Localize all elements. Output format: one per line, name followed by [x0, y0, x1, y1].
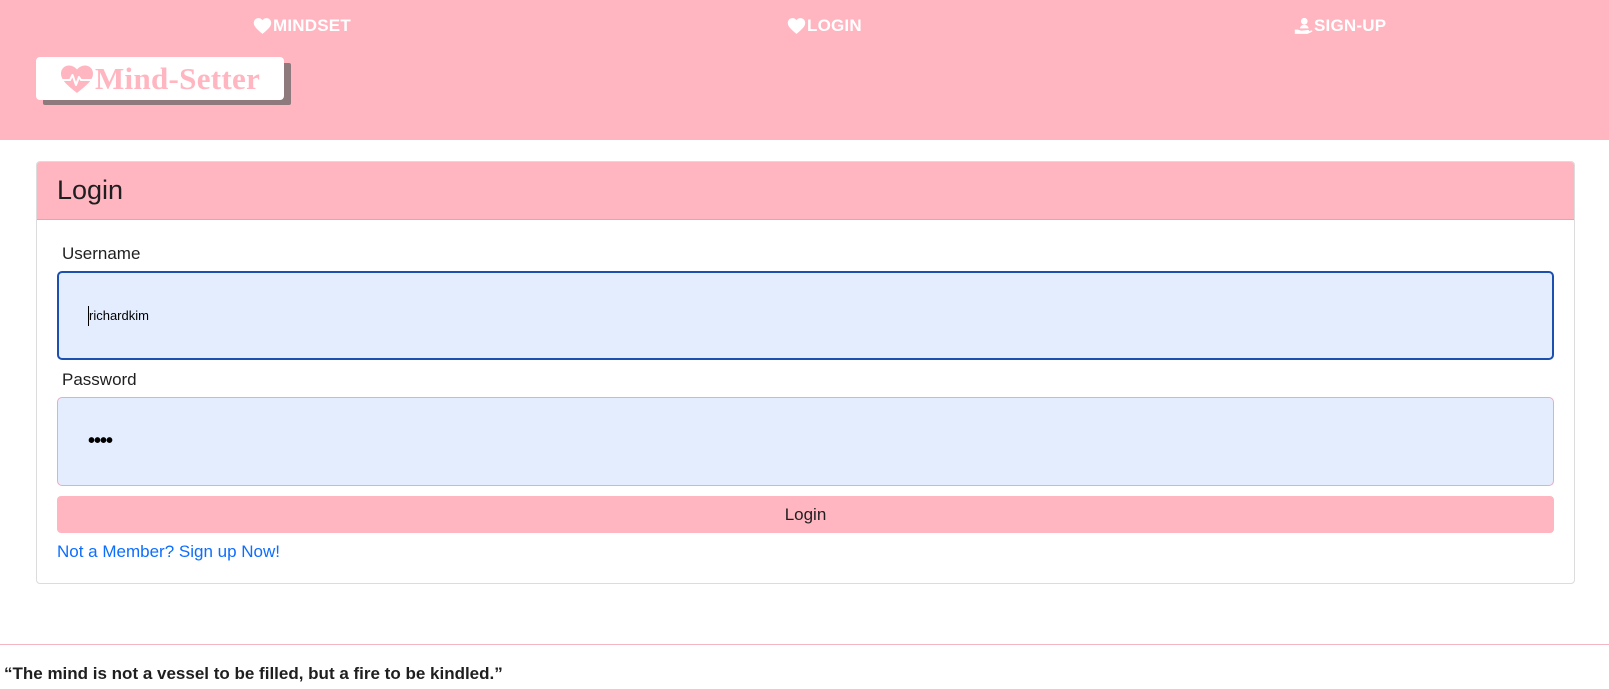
- site-logo[interactable]: Mind-Setter: [36, 57, 284, 100]
- login-title: Login: [57, 175, 124, 205]
- footer-divider: [0, 644, 1609, 645]
- login-button[interactable]: Login: [57, 496, 1554, 533]
- username-label: Username: [62, 244, 141, 263]
- nav-signup-label: SIGN-UP: [1314, 16, 1387, 35]
- username-input[interactable]: richardkim: [57, 271, 1554, 360]
- login-card-header: Login: [37, 162, 1574, 220]
- signup-link[interactable]: Not a Member? Sign up Now!: [57, 542, 280, 562]
- nav-mindset-label: MINDSET: [273, 16, 351, 35]
- password-input[interactable]: ••••: [57, 397, 1554, 486]
- nav-signup[interactable]: SIGN-UP: [1294, 15, 1386, 37]
- password-label: Password: [62, 370, 137, 389]
- login-card: Login Username richardkim Password •••• …: [36, 161, 1575, 584]
- logo-text: Mind-Setter: [95, 60, 261, 96]
- username-value: richardkim: [89, 308, 149, 323]
- nav-mindset[interactable]: MINDSET: [253, 15, 351, 37]
- footer-quote: “The mind is not a vessel to be filled, …: [4, 664, 503, 683]
- heart-icon: [253, 18, 272, 34]
- hand-holding-user-icon: [1294, 17, 1313, 34]
- heart-icon: [787, 18, 806, 34]
- site-header: MINDSET LOGIN SIGN-UP Mind-Setter: [0, 0, 1609, 140]
- nav-login[interactable]: LOGIN: [787, 15, 862, 37]
- heart-pulse-icon: [61, 65, 93, 93]
- nav-login-label: LOGIN: [807, 16, 862, 35]
- password-value: ••••: [88, 430, 113, 452]
